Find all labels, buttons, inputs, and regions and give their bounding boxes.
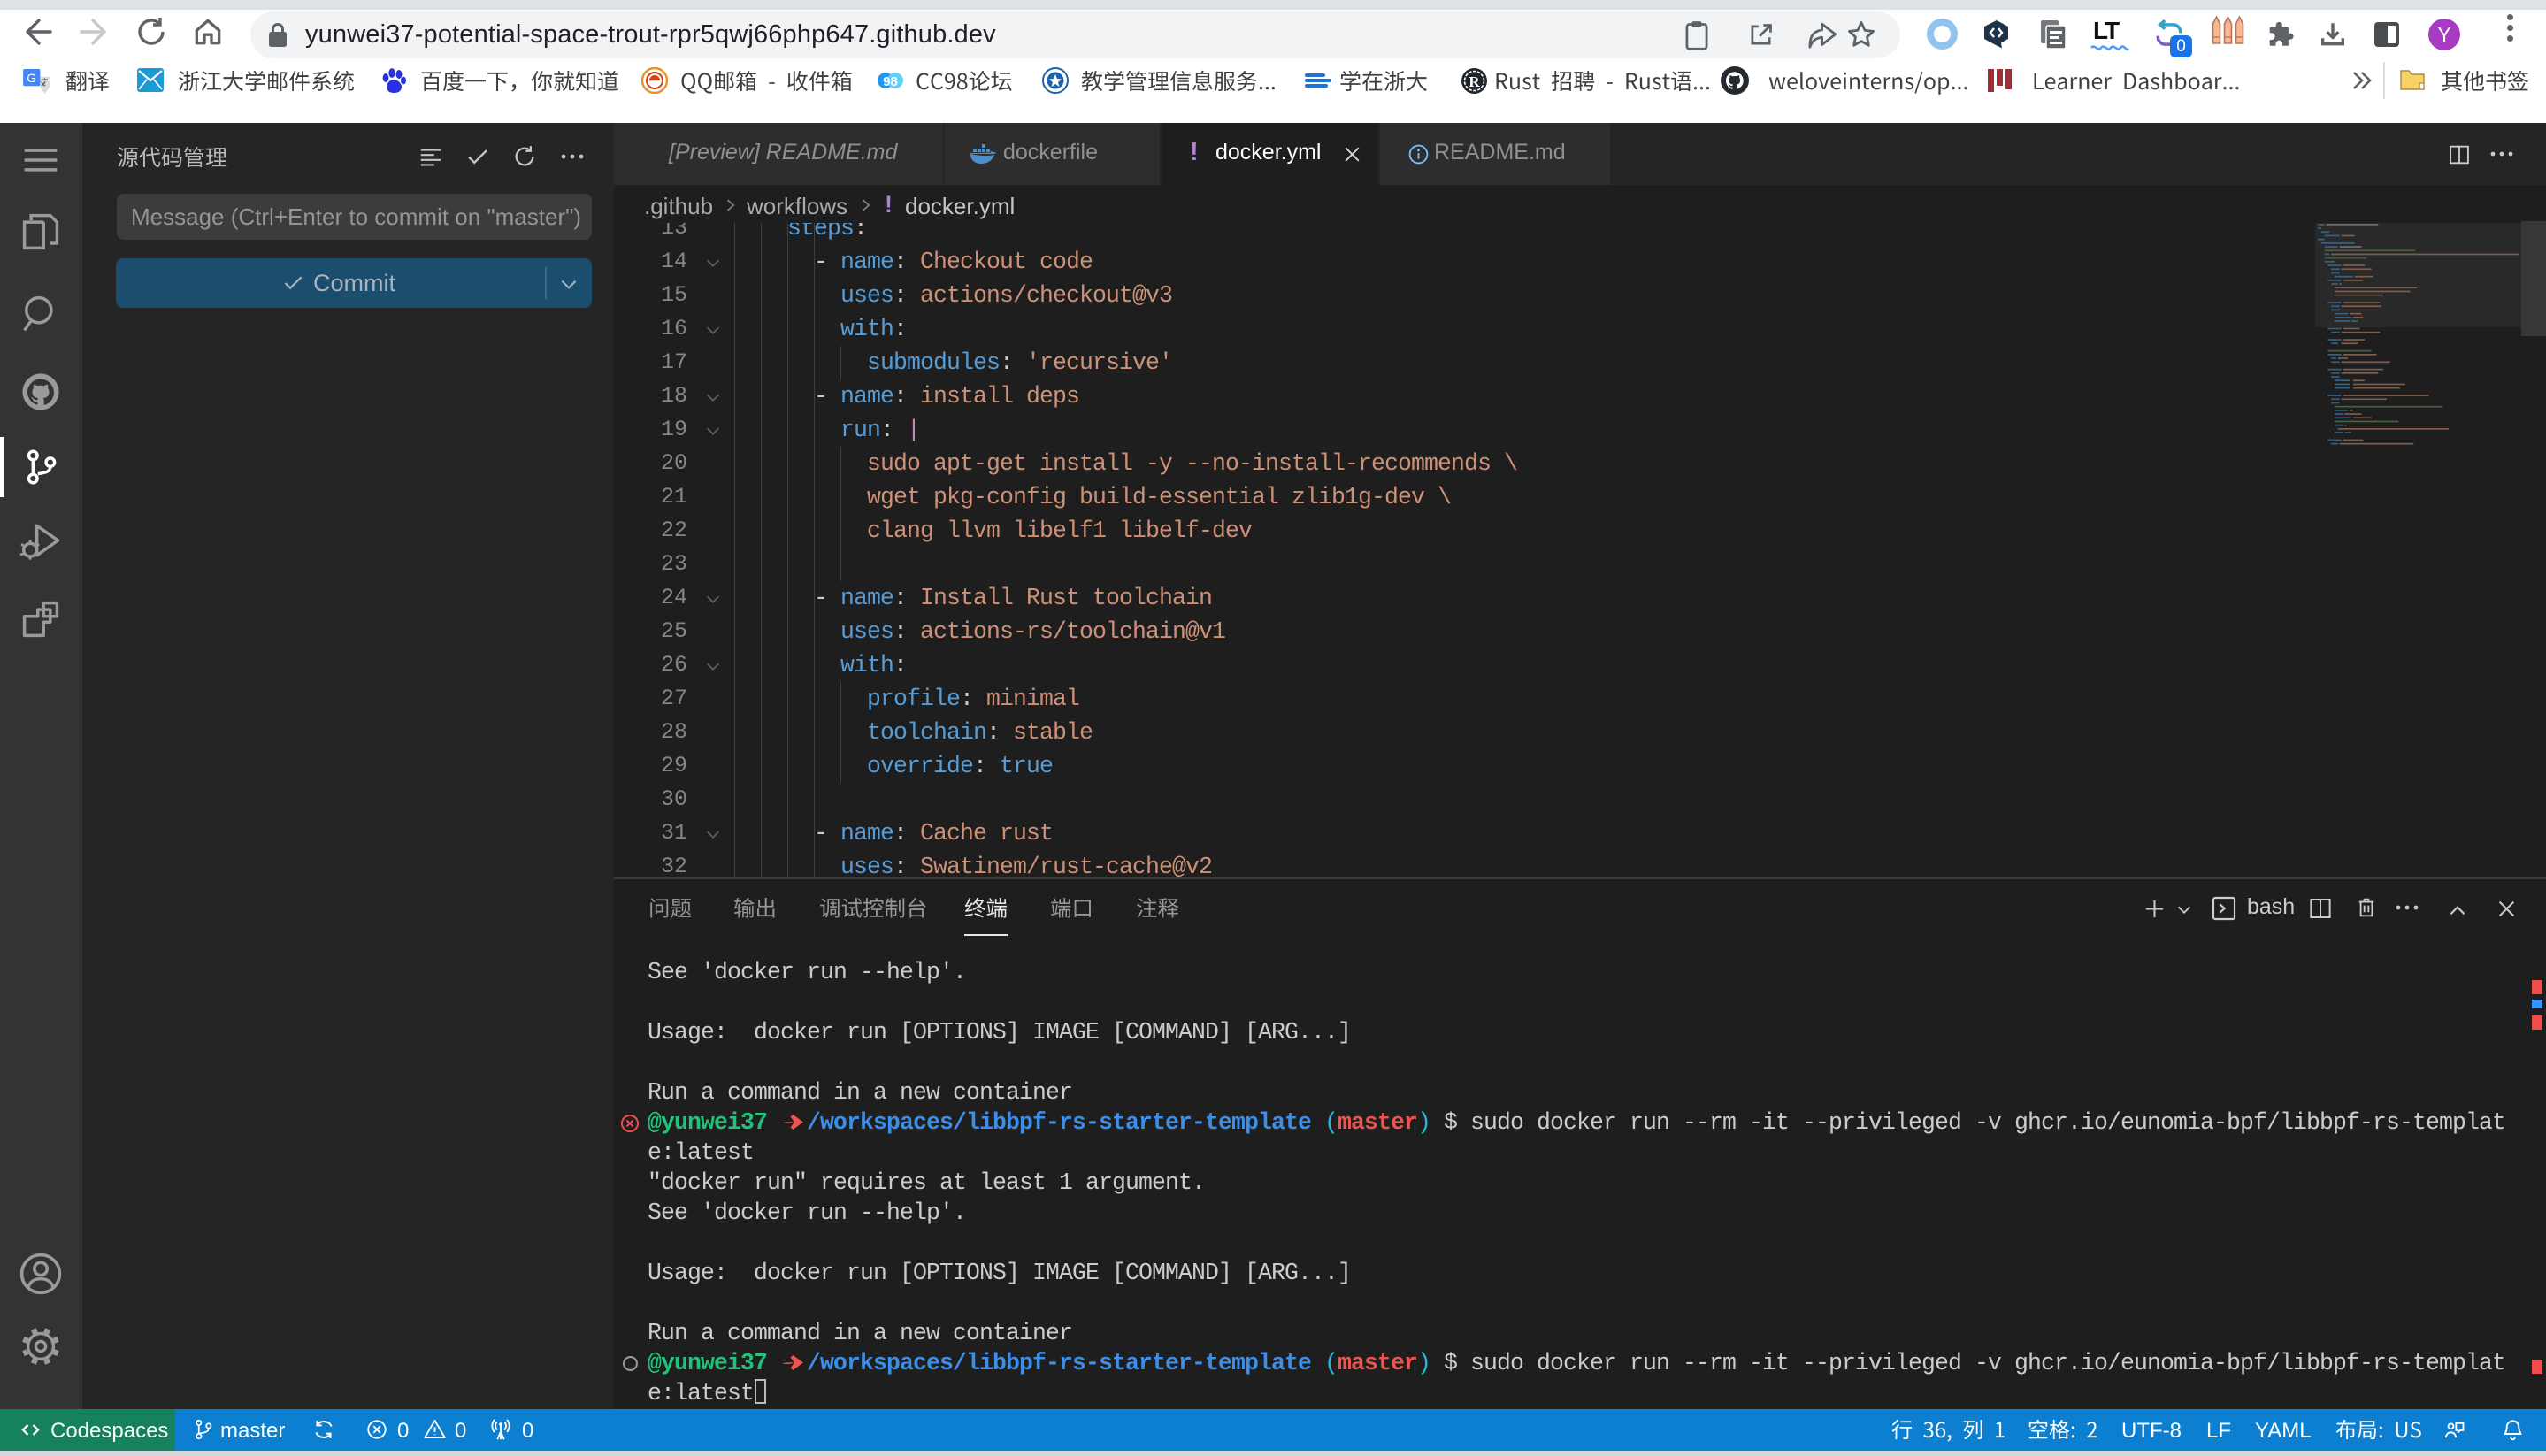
svg-text:R: R (1469, 73, 1480, 90)
svg-text:98: 98 (883, 74, 898, 89)
svg-text:G: G (27, 71, 36, 85)
